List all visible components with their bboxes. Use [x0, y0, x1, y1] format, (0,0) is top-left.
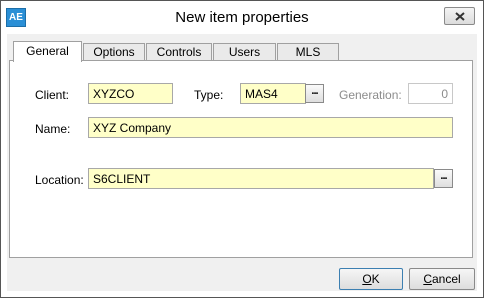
type-browse-button[interactable]: ... — [305, 84, 324, 103]
generation-label: Generation: — [339, 88, 402, 102]
ok-label-rest: K — [371, 272, 380, 286]
title-bar[interactable]: AE New item properties — [1, 1, 483, 34]
cancel-button[interactable]: Cancel — [409, 268, 475, 290]
tab-controls[interactable]: Controls — [146, 43, 212, 60]
location-field[interactable]: S6CLIENT — [88, 168, 434, 189]
tab-mls[interactable]: MLS — [277, 43, 339, 60]
dialog-window: AE New item properties General Options C… — [0, 0, 484, 298]
type-field[interactable]: MAS4 — [240, 83, 306, 104]
ok-button[interactable]: OK — [339, 268, 403, 290]
tab-users[interactable]: Users — [213, 43, 276, 60]
name-label: Name: — [35, 122, 71, 136]
client-label: Client: — [35, 88, 70, 102]
close-icon — [455, 12, 465, 21]
close-button[interactable] — [444, 7, 475, 25]
cancel-accelerator: C — [423, 272, 432, 286]
type-label: Type: — [194, 88, 224, 102]
ok-accelerator: O — [362, 272, 372, 286]
location-label: Location: — [35, 173, 84, 187]
cancel-label-rest: ancel — [431, 272, 461, 286]
tab-options[interactable]: Options — [83, 43, 145, 60]
client-field[interactable]: XYZCO — [88, 83, 173, 104]
window-title: New item properties — [175, 9, 309, 26]
generation-field: 0 — [408, 83, 453, 104]
tab-general[interactable]: General — [13, 41, 82, 62]
name-field[interactable]: XYZ Company — [88, 117, 453, 138]
location-browse-button[interactable]: ... — [434, 169, 453, 188]
